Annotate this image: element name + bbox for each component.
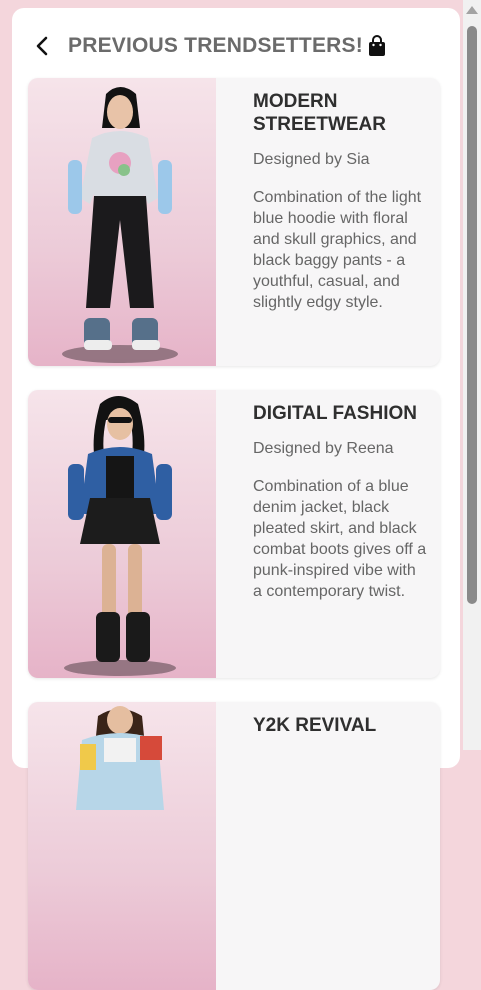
shopping-bag-icon[interactable] (367, 35, 387, 57)
card-title: DIGITAL FASHION (253, 403, 417, 424)
page-title: PREVIOUS TRENDSETTERS! (68, 34, 363, 57)
scrollbar-thumb[interactable] (467, 26, 477, 604)
trendsetter-card[interactable]: Y2K REVIVAL (28, 702, 440, 990)
card-description: Combination of the light blue hoodie wit… (253, 189, 422, 311)
trendsetter-card[interactable]: MODERN STREETWEAR Designed by Sia Combin… (28, 78, 440, 366)
card-designer: Designed by Sia (253, 151, 370, 168)
card-description: Combination of a blue denim jacket, blac… (253, 478, 427, 600)
scrollbar[interactable] (463, 0, 481, 750)
chevron-left-icon (36, 36, 48, 56)
card-title: MODERN STREETWEAR (253, 91, 386, 135)
card-title: Y2K REVIVAL (253, 715, 377, 736)
card-designer: Designed by Reena (253, 440, 394, 457)
outfit-image (28, 78, 216, 366)
scroll-up-icon[interactable] (466, 6, 478, 14)
trendsetter-card[interactable]: DIGITAL FASHION Designed by Reena Combin… (28, 390, 440, 678)
outfit-image (28, 702, 216, 990)
header-bar: PREVIOUS TRENDSETTERS! (16, 20, 440, 72)
outfit-image (28, 390, 216, 678)
back-button[interactable] (22, 20, 62, 72)
